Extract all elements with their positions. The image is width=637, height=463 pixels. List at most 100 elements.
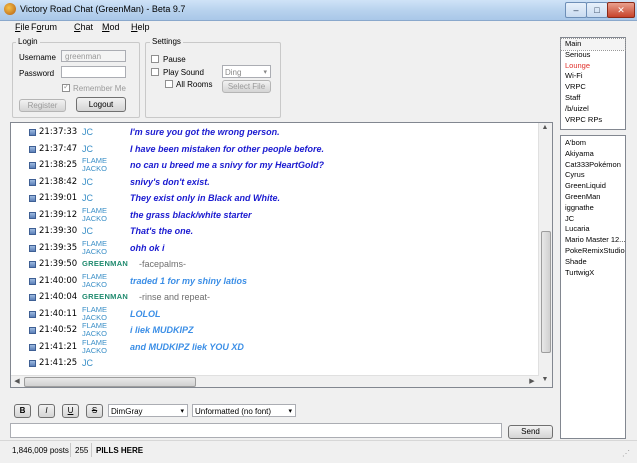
message-nick[interactable]: FLAME JACKO — [82, 272, 107, 289]
message-nick[interactable]: FLAME JACKO — [82, 157, 107, 173]
message-icon — [29, 211, 36, 219]
user-count: 255 — [75, 446, 89, 455]
message-nick[interactable]: JC — [82, 194, 93, 203]
user-item[interactable]: Shade — [561, 257, 625, 268]
user-list: A'bom Akiyama Cat333Pokémon Cyrus GreenL… — [560, 135, 626, 439]
message-nick[interactable]: JC — [82, 128, 93, 137]
user-item[interactable]: Cyrus — [561, 170, 625, 181]
italic-button[interactable]: I — [38, 404, 55, 418]
scroll-up-icon[interactable]: ▲ — [539, 124, 551, 131]
user-item[interactable]: Lucaria — [561, 224, 625, 235]
message-nick[interactable]: JC — [82, 144, 93, 153]
user-item[interactable]: TurtwigX — [561, 268, 625, 279]
user-item[interactable]: GreenMan — [561, 192, 625, 203]
user-item[interactable]: PokeRemixStudio — [561, 246, 625, 257]
user-item[interactable]: Mario Master 12... — [561, 235, 625, 246]
message-text: and MUDKIPZ liek YOU XD — [130, 341, 244, 352]
message-icon — [29, 145, 36, 153]
chat-message: 21:39:01 JC They exist only in Black and W… — [11, 191, 537, 207]
scroll-left-icon[interactable]: ◀ — [11, 377, 23, 385]
message-nick[interactable]: GREENMAN — [82, 293, 128, 301]
message-input[interactable] — [10, 423, 502, 438]
scroll-right-icon[interactable]: ▶ — [526, 377, 538, 385]
underline-button[interactable]: U — [62, 404, 79, 418]
play-sound-checkbox[interactable] — [151, 68, 159, 76]
scroll-down-icon[interactable]: ▼ — [539, 376, 551, 383]
chat-log[interactable]: 21:37:33 JC I'm sure you got the wrong per… — [10, 122, 553, 388]
menu-help[interactable]: Help — [131, 22, 150, 32]
username-field[interactable]: greenman — [61, 50, 126, 62]
chevron-down-icon: ▾ — [263, 69, 267, 76]
message-nick[interactable]: FLAME JACKO — [82, 206, 107, 223]
channel-item[interactable]: Main — [560, 38, 626, 51]
message-icon — [29, 162, 36, 169]
channel-item[interactable]: /b/uizel — [561, 104, 625, 115]
bold-button[interactable]: B — [14, 404, 31, 418]
message-nick[interactable]: JC — [82, 227, 93, 236]
message-nick[interactable]: GREENMAN — [82, 260, 128, 268]
chat-message: 21:38:42 JC snivy's don't exist. — [11, 175, 537, 191]
menu-mod[interactable]: Mod — [102, 22, 120, 32]
chat-horizontal-scrollbar[interactable]: ◀ ▶ — [11, 375, 539, 387]
chat-message: 21:40:52 FLAME JACKO i liek MUDKIPZ — [11, 322, 537, 339]
chat-message: 21:41:25 JC — [11, 356, 537, 372]
chat-message: 21:39:12 FLAME JACKO the grass black/white … — [11, 206, 537, 224]
menu-chat[interactable]: Chat — [74, 22, 93, 32]
strikethrough-button[interactable]: S — [86, 404, 103, 418]
menu-file[interactable]: File — [15, 22, 30, 32]
channel-item[interactable]: Wi-Fi — [561, 71, 625, 82]
password-field[interactable] — [61, 66, 126, 78]
channel-item[interactable]: VRPC — [561, 82, 625, 93]
channel-item[interactable]: VRPC RPs — [561, 115, 625, 126]
register-button[interactable]: Register — [19, 99, 66, 112]
maximize-button[interactable]: □ — [586, 2, 608, 18]
font-select[interactable]: Unformatted (no font) ▾ — [192, 404, 296, 417]
chat-message: 21:39:30 JC That's the one. — [11, 224, 537, 240]
color-select[interactable]: DimGray ▾ — [108, 404, 188, 417]
scroll-thumb[interactable] — [541, 231, 551, 353]
channel-item[interactable]: Serious — [561, 50, 625, 61]
all-rooms-checkbox[interactable] — [165, 80, 173, 88]
message-text: That's the one. — [130, 226, 194, 236]
resize-grip-icon[interactable]: ⋰ — [622, 449, 630, 458]
message-icon — [29, 277, 36, 285]
scroll-thumb[interactable] — [24, 377, 196, 387]
sound-select[interactable]: Ding ▾ — [222, 65, 271, 78]
channel-item[interactable]: Staff — [561, 93, 625, 104]
select-file-button[interactable]: Select File — [222, 80, 271, 93]
logout-button[interactable]: Logout — [76, 97, 126, 112]
channel-item[interactable]: Lounge — [561, 61, 625, 72]
message-text: I have been mistaken for other people be… — [130, 143, 325, 154]
user-item[interactable]: Akiyama — [561, 149, 625, 160]
close-button[interactable]: ✕ — [607, 2, 635, 18]
message-text: ohh ok i — [130, 242, 165, 253]
message-nick[interactable]: FLAME JACKO — [82, 239, 107, 256]
user-item[interactable]: GreenLiquid — [561, 181, 625, 192]
remember-me-checkbox[interactable] — [62, 82, 70, 92]
send-button[interactable]: Send — [508, 425, 553, 439]
message-nick[interactable]: JC — [82, 359, 93, 368]
message-time: 21:40:00 — [39, 275, 78, 286]
status-separator — [70, 443, 71, 457]
message-time: 21:38:42 — [39, 176, 78, 187]
chat-message: 21:40:04 GREENMAN -rinse and repeat- — [11, 290, 537, 306]
message-nick[interactable]: FLAME JACKO — [82, 338, 107, 355]
user-item[interactable]: Cat333Pokémon — [561, 160, 625, 171]
message-time: 21:40:52 — [39, 325, 78, 335]
user-item[interactable]: A'bom — [561, 138, 625, 149]
chat-message: 21:39:35 FLAME JACKO ohh ok i — [11, 239, 537, 257]
menu-forum[interactable]: Forum — [31, 22, 57, 32]
all-rooms-label: All Rooms — [176, 80, 213, 89]
user-item[interactable]: iggnathe — [561, 203, 625, 214]
user-item[interactable]: JC — [561, 214, 625, 225]
chat-vertical-scrollbar[interactable]: ▲ ▼ — [538, 123, 552, 387]
minimize-button[interactable]: – — [565, 2, 587, 18]
message-nick[interactable]: FLAME JACKO — [82, 305, 107, 322]
message-nick[interactable]: FLAME JACKO — [82, 322, 107, 338]
message-nick[interactable]: JC — [82, 177, 93, 186]
message-icon — [29, 294, 36, 301]
pause-checkbox[interactable] — [151, 55, 159, 63]
login-group-label: Login — [16, 37, 40, 46]
message-time: 21:39:12 — [39, 209, 78, 220]
message-time: 21:39:35 — [39, 242, 78, 253]
